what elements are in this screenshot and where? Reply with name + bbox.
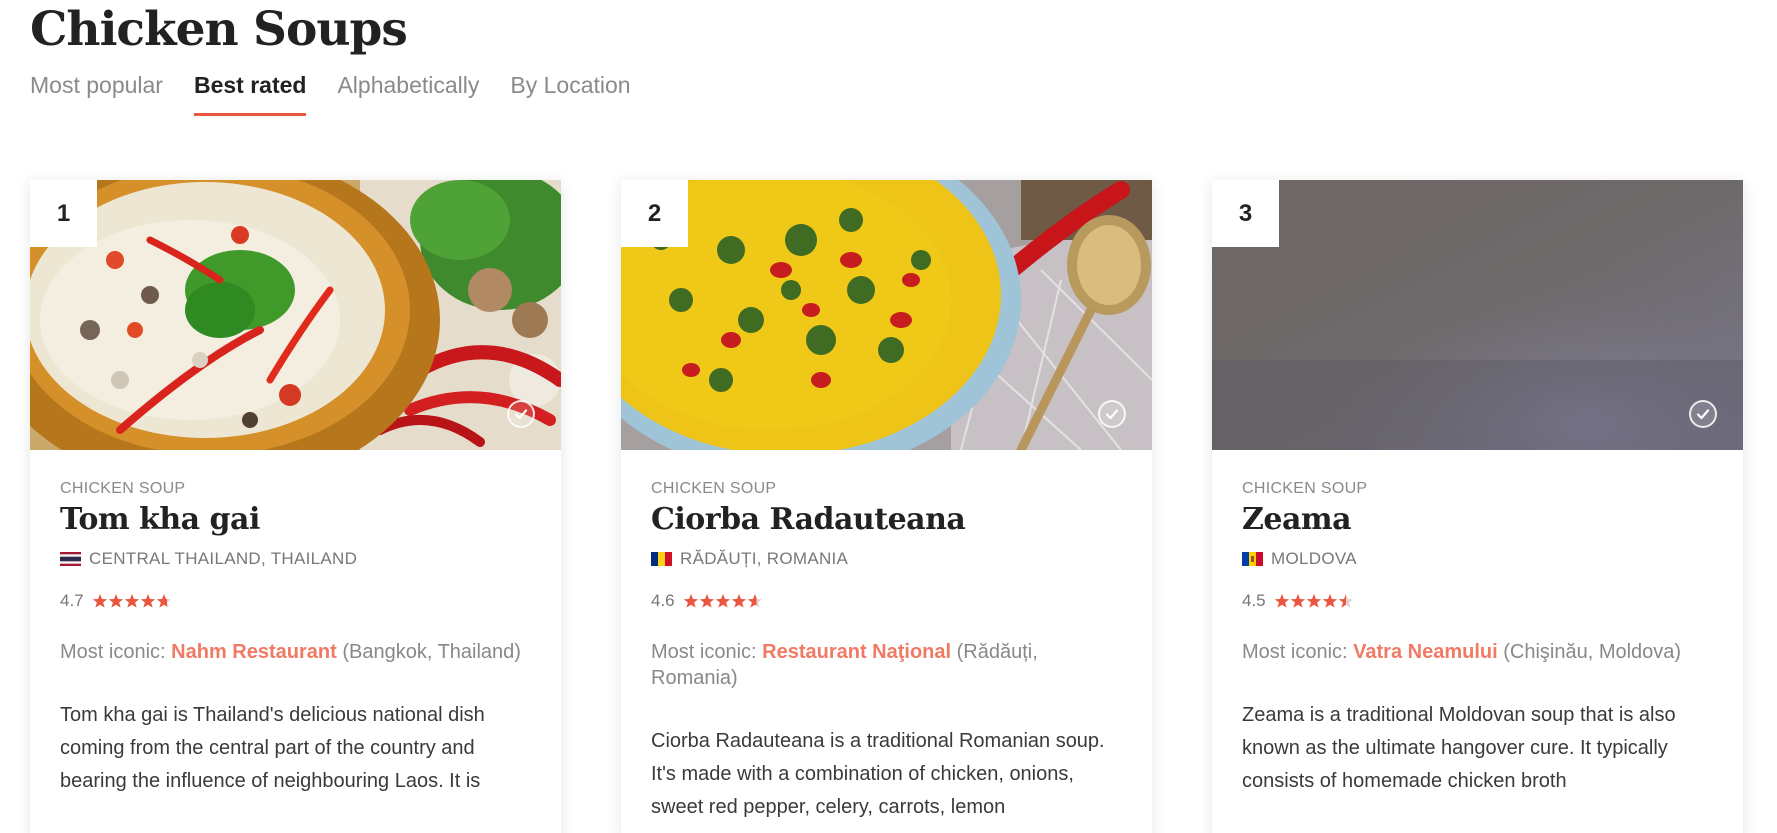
star-icon: [1290, 594, 1305, 608]
star-icon: [124, 594, 139, 608]
check-icon[interactable]: [1098, 400, 1126, 428]
rating: 4.5: [1242, 591, 1713, 611]
rating: 4.6: [651, 591, 1122, 611]
star-icon: [92, 594, 107, 608]
moldova-flag-icon: [1242, 552, 1263, 566]
star-icon: [1274, 594, 1289, 608]
most-iconic-place: (Chişinău, Moldova): [1497, 641, 1682, 663]
rating-value: 4.6: [651, 591, 675, 610]
dish-name[interactable]: Zeama: [1242, 502, 1713, 537]
rating-value: 4.7: [60, 591, 84, 610]
tom-kha-gai-photo: [30, 180, 561, 450]
rank-badge: 2: [621, 180, 688, 247]
most-iconic-restaurant-link[interactable]: Restaurant Naţional: [762, 641, 951, 663]
rank-badge: 1: [30, 180, 97, 247]
page: Chicken Soups Most popular Best rated Al…: [0, 0, 1777, 833]
dish-category: CHICKEN SOUP: [1242, 480, 1368, 497]
dish-description: Tom kha gai is Thailand's delicious nati…: [60, 704, 485, 792]
star-icon: [108, 594, 123, 608]
sort-tabs: Most popular Best rated Alphabetically B…: [30, 72, 662, 116]
most-iconic-label: Most iconic:: [60, 641, 172, 663]
star-rating-icon: [92, 593, 172, 609]
dish-name[interactable]: Tom kha gai: [60, 502, 531, 537]
rating: 4.7: [60, 591, 531, 611]
rank-badge: 3: [1212, 180, 1279, 247]
star-icon: [1338, 594, 1353, 608]
tab-by-location[interactable]: By Location: [510, 72, 630, 116]
dish-location[interactable]: RĂDĂUȚI, ROMANIA: [651, 549, 1122, 569]
star-icon: [156, 594, 171, 608]
most-iconic-label: Most iconic:: [1242, 641, 1354, 663]
dish-card[interactable]: 2 CHICKEN SOUP Ciorba Radauteana RĂDĂUȚI…: [621, 180, 1152, 833]
star-icon: [1322, 594, 1337, 608]
star-icon: [747, 594, 762, 608]
most-iconic-restaurant-link[interactable]: Nahm Restaurant: [171, 641, 337, 663]
thailand-flag-icon: [60, 552, 81, 566]
star-icon: [699, 594, 714, 608]
star-icon: [1306, 594, 1321, 608]
location-text: RĂDĂUȚI, ROMANIA: [680, 549, 849, 568]
dish-description: Ciorba Radauteana is a traditional Roman…: [651, 730, 1105, 818]
star-icon: [683, 594, 698, 608]
location-text: CENTRAL THAILAND, THAILAND: [89, 549, 358, 568]
ciorba-radauteana-photo: [621, 180, 1152, 450]
tab-most-popular[interactable]: Most popular: [30, 72, 163, 116]
check-icon[interactable]: [1689, 400, 1717, 428]
dish-category: CHICKEN SOUP: [60, 480, 186, 497]
dish-image[interactable]: 1: [30, 180, 561, 450]
dish-description: Zeama is a traditional Moldovan soup tha…: [1242, 704, 1676, 792]
tab-alphabetically[interactable]: Alphabetically: [337, 72, 479, 116]
dish-card[interactable]: 3 CHICKEN SOUP Zeama MOLDOVA 4.5 Most ic…: [1212, 180, 1743, 833]
dish-card[interactable]: 1 CHICKEN SOUP Tom kha gai CENTRAL THAIL…: [30, 180, 561, 833]
star-icon: [731, 594, 746, 608]
dish-name[interactable]: Ciorba Radauteana: [651, 502, 1122, 537]
dish-image[interactable]: 2: [621, 180, 1152, 450]
star-rating-icon: [683, 593, 763, 609]
check-icon[interactable]: [507, 400, 535, 428]
most-iconic: Most iconic: Nahm Restaurant (Bangkok, T…: [60, 639, 531, 665]
dish-location[interactable]: MOLDOVA: [1242, 549, 1713, 569]
card-body: CHICKEN SOUP Tom kha gai CENTRAL THAILAN…: [30, 450, 561, 798]
romania-flag-icon: [651, 552, 672, 566]
most-iconic-restaurant-link[interactable]: Vatra Neamului: [1353, 641, 1498, 663]
zeama-photo-placeholder: [1212, 180, 1743, 450]
dish-category: CHICKEN SOUP: [651, 480, 777, 497]
card-body: CHICKEN SOUP Ciorba Radauteana RĂDĂUȚI, …: [621, 450, 1152, 824]
most-iconic-label: Most iconic:: [651, 641, 763, 663]
star-icon: [715, 594, 730, 608]
dish-image[interactable]: 3: [1212, 180, 1743, 450]
dish-location[interactable]: CENTRAL THAILAND, THAILAND: [60, 549, 531, 569]
most-iconic-place: (Bangkok, Thailand): [336, 641, 521, 663]
most-iconic: Most iconic: Vatra Neamului (Chişinău, M…: [1242, 639, 1713, 665]
page-title: Chicken Soups: [30, 2, 408, 57]
location-text: MOLDOVA: [1271, 549, 1357, 568]
tab-best-rated[interactable]: Best rated: [193, 72, 307, 116]
star-icon: [140, 594, 155, 608]
star-rating-icon: [1274, 593, 1354, 609]
rating-value: 4.5: [1242, 591, 1266, 610]
card-body: CHICKEN SOUP Zeama MOLDOVA 4.5 Most icon…: [1212, 450, 1743, 798]
most-iconic: Most iconic: Restaurant Naţional (Rădăuț…: [651, 639, 1122, 691]
